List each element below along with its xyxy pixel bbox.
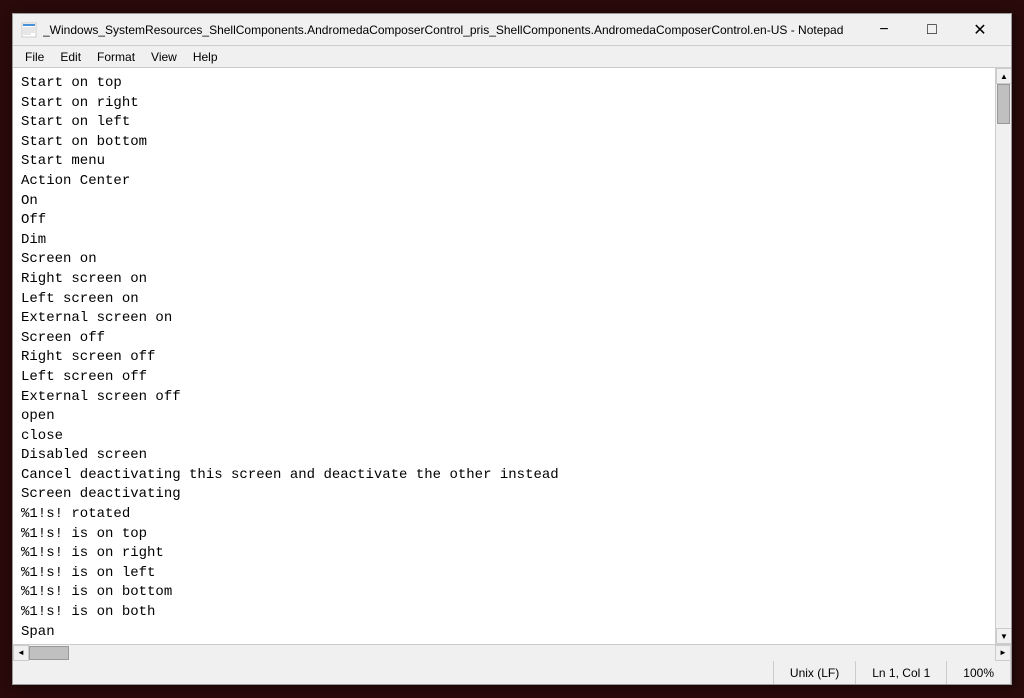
text-editor[interactable]: Start on top Start on right Start on lef… — [13, 68, 995, 644]
scroll-right-button[interactable]: ► — [995, 645, 1011, 661]
horizontal-scrollbar[interactable]: ◄ ► — [13, 644, 1011, 660]
title-bar: _Windows_SystemResources_ShellComponents… — [13, 14, 1011, 46]
status-position: Ln 1, Col 1 — [856, 661, 947, 684]
content-area: Start on top Start on right Start on lef… — [13, 68, 1011, 644]
scroll-down-button[interactable]: ▼ — [996, 628, 1011, 644]
status-bar: Unix (LF) Ln 1, Col 1 100% — [13, 660, 1011, 684]
scroll-track-vertical[interactable] — [996, 84, 1011, 628]
scroll-thumb-horizontal[interactable] — [29, 646, 69, 660]
menu-file[interactable]: File — [17, 48, 52, 66]
menu-edit[interactable]: Edit — [52, 48, 89, 66]
scroll-left-button[interactable]: ◄ — [13, 645, 29, 661]
status-zoom: 100% — [947, 661, 1011, 684]
minimize-button[interactable]: − — [861, 15, 907, 45]
vertical-scrollbar[interactable]: ▲ ▼ — [995, 68, 1011, 644]
status-encoding: Unix (LF) — [774, 661, 856, 684]
status-empty — [13, 661, 774, 684]
close-button[interactable]: ✕ — [957, 15, 1003, 45]
scroll-track-horizontal[interactable] — [29, 645, 995, 661]
maximize-button[interactable]: □ — [909, 15, 955, 45]
notepad-window: _Windows_SystemResources_ShellComponents… — [12, 13, 1012, 685]
menu-help[interactable]: Help — [185, 48, 226, 66]
window-title: _Windows_SystemResources_ShellComponents… — [43, 23, 861, 37]
menu-bar: File Edit Format View Help — [13, 46, 1011, 68]
menu-view[interactable]: View — [143, 48, 185, 66]
scroll-up-button[interactable]: ▲ — [996, 68, 1011, 84]
scroll-thumb-vertical[interactable] — [997, 84, 1010, 124]
menu-format[interactable]: Format — [89, 48, 143, 66]
window-controls: − □ ✕ — [861, 15, 1003, 45]
app-icon — [21, 22, 37, 38]
